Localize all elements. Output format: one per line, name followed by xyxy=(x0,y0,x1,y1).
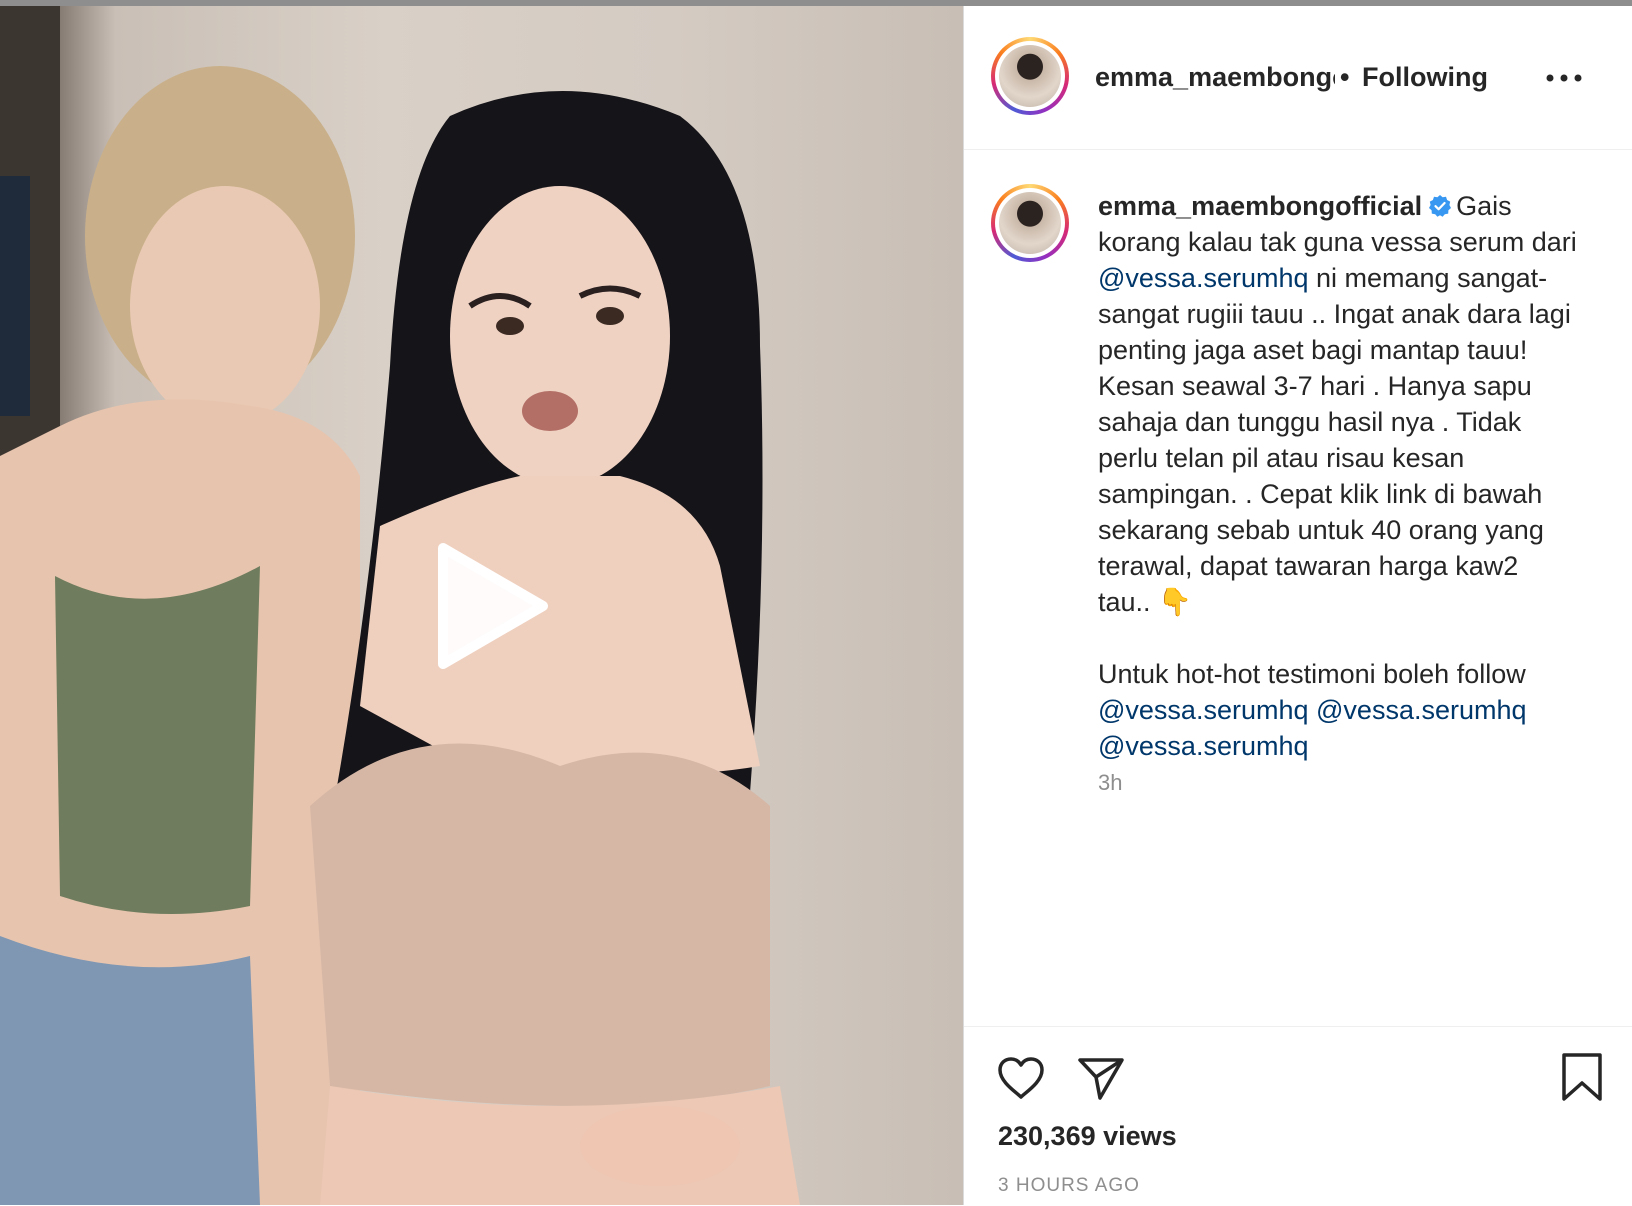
post-actions: 230,369 views 3 HOURS AGO xyxy=(964,1026,1632,1206)
paper-plane-icon[interactable] xyxy=(1076,1055,1126,1101)
more-options-icon[interactable] xyxy=(1542,68,1586,88)
play-icon[interactable] xyxy=(425,536,555,676)
caption-mention-link[interactable]: @vessa.serumhq xyxy=(1316,695,1527,725)
caption-text-3: Untuk hot-hot testimoni boleh follow xyxy=(1098,659,1526,689)
caption-mention-link[interactable]: @vessa.serumhq xyxy=(1098,263,1309,293)
view-count[interactable]: 230,369 views xyxy=(998,1121,1177,1152)
caption-mention-link[interactable]: @vessa.serumhq xyxy=(1098,695,1309,725)
following-button[interactable]: Following xyxy=(1362,62,1488,93)
caption-author-avatar[interactable] xyxy=(991,184,1069,262)
pointing-down-emoji: 👇 xyxy=(1158,587,1192,617)
caption-timestamp[interactable]: 3h xyxy=(1098,770,1122,796)
header-username[interactable]: emma_maembongofficial xyxy=(1095,62,1335,93)
post-video[interactable] xyxy=(0,6,963,1205)
caption-username[interactable]: emma_maembongofficial xyxy=(1098,191,1422,221)
bookmark-icon[interactable] xyxy=(1560,1051,1604,1103)
verified-badge-icon xyxy=(1429,195,1452,217)
heart-icon[interactable] xyxy=(996,1055,1046,1101)
caption-area: emma_maembongofficial Gais korang kalau t… xyxy=(964,150,1632,1030)
caption-text-2: ni memang sangat-sangat rugiii tauu .. I… xyxy=(1098,263,1571,617)
post-caption: emma_maembongofficial Gais korang kalau t… xyxy=(1098,188,1578,764)
post-sidebar: emma_maembongofficial • Following emma_m… xyxy=(963,6,1632,1205)
author-avatar[interactable] xyxy=(991,37,1069,115)
caption-mention-link[interactable]: @vessa.serumhq xyxy=(1098,731,1309,761)
separator-dot: • xyxy=(1340,62,1350,92)
post-timestamp: 3 HOURS AGO xyxy=(998,1175,1140,1196)
post-header: emma_maembongofficial • Following xyxy=(964,6,1632,150)
